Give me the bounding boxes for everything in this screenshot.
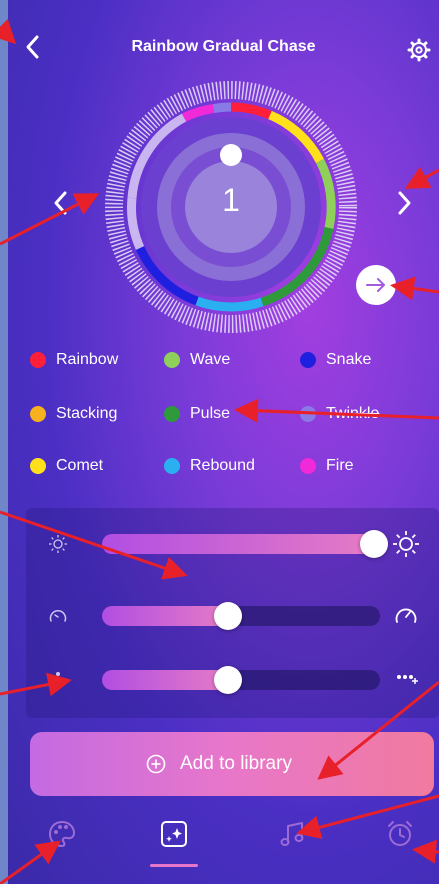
- annotation-arrow-palette: [0, 840, 61, 884]
- annotation-arrow-music: [296, 794, 439, 840]
- annotation-arrow-direction: [390, 276, 439, 301]
- annotation-arrow-timer: [412, 839, 439, 864]
- annotation-arrow-length: [0, 672, 72, 697]
- annotation-arrow-dial: [0, 193, 100, 246]
- annotation-arrow-back: [0, 18, 17, 45]
- annotation-arrow-brightness: [0, 510, 188, 580]
- annotation-arrow-next: [404, 166, 439, 189]
- annotation-arrow-legend: [234, 398, 439, 423]
- annotation-overlay: [0, 18, 439, 884]
- annotation-arrow-add: [317, 680, 439, 780]
